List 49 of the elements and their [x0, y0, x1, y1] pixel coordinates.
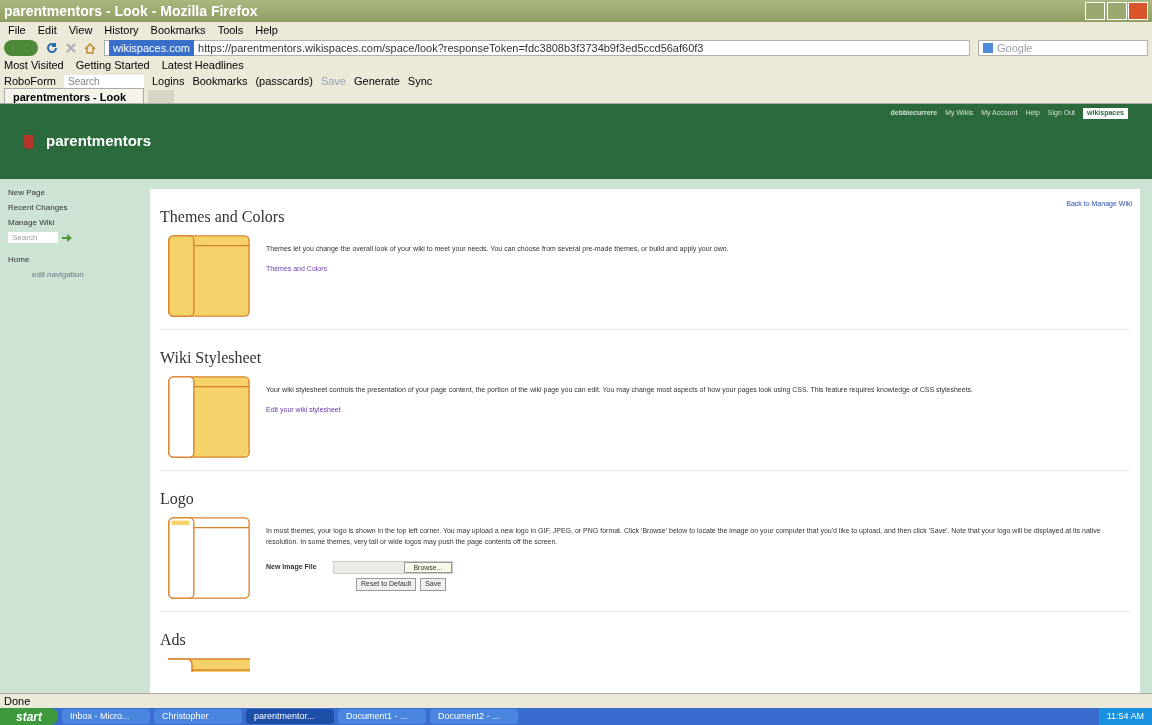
roboform-menu[interactable]: RoboForm [4, 72, 56, 90]
section-heading: Logo [160, 489, 195, 510]
url-text: https://parentmentors.wikispaces.com/space/look?responseToken=fdc3808b3f3734b9f3ed5ccd56af60f3 [198, 40, 704, 56]
sidebar-search-field[interactable]: Search [8, 232, 58, 243]
home-icon[interactable] [84, 42, 96, 54]
taskbar-button[interactable]: Christopher [154, 709, 242, 724]
bookmark-item[interactable]: Most Visited [4, 57, 64, 74]
toolbar-item[interactable]: Sync [407, 72, 433, 90]
nav-link[interactable]: Home [8, 254, 142, 266]
menu-item[interactable]: Help [255, 21, 278, 39]
bookmark-item[interactable]: Getting Started [75, 57, 150, 74]
menu-item[interactable]: History [104, 21, 139, 39]
toolbar-item[interactable]: Bookmarks [192, 72, 248, 90]
clock: 11:54 AM [1106, 709, 1144, 723]
toolbar-item[interactable]: (passcards) [255, 72, 313, 90]
browser-tab[interactable]: parentmentors - Look [4, 88, 144, 103]
toolbar-item[interactable]: Logins [151, 72, 185, 90]
sidebar-item[interactable]: Recent Changes [8, 202, 142, 214]
window-title: parentmentors - Look - Mozilla Firefox [4, 1, 259, 21]
taskbar-button[interactable]: parentmentor... [246, 709, 334, 724]
close-button[interactable] [1128, 2, 1148, 20]
menu-item[interactable]: Tools [217, 21, 244, 39]
site-name[interactable]: parentmentors [46, 130, 152, 153]
edit-navigation-link[interactable]: edit navigation [8, 269, 142, 281]
start-button[interactable]: start [0, 708, 58, 725]
section-heading: Wiki Stylesheet [160, 348, 263, 369]
stop-icon[interactable] [66, 43, 76, 53]
bookmark-item[interactable]: Latest Headlines [161, 57, 244, 74]
taskbar-button[interactable]: Document2 - ... [430, 709, 518, 724]
menu-item[interactable]: Edit [37, 21, 57, 39]
section-heading: Ads [160, 630, 187, 650]
menu-item[interactable]: File [8, 21, 26, 39]
plant-pot-icon [24, 134, 34, 149]
menu-item[interactable]: Bookmarks [150, 21, 206, 39]
toolbar-item[interactable]: Generate [353, 72, 400, 90]
address-bar[interactable]: wikispaces.com https://parentmentors.wikispaces.com/space/look?responseToken=fdc3808b3f3734b9f3ed5ccd56af60f3 [104, 40, 970, 56]
roboform-search-field[interactable]: Search [63, 74, 144, 88]
taskbar-button[interactable]: Document1 - ... [338, 709, 426, 724]
sidebar-item[interactable]: Manage Wiki [8, 217, 142, 229]
maximize-button[interactable] [1107, 2, 1127, 20]
site-identity-badge[interactable]: wikispaces.com [109, 39, 195, 57]
status-text: Done [4, 693, 31, 709]
reload-icon[interactable] [46, 42, 58, 54]
menu-item[interactable]: View [68, 21, 93, 39]
go-arrow-icon[interactable] [62, 233, 72, 242]
taskbar-button[interactable]: Inbox - Micro... [62, 709, 150, 724]
sidebar-item[interactable]: New Page [8, 187, 142, 199]
section-heading: Themes and Colors [160, 207, 286, 227]
minimize-button[interactable] [1085, 2, 1105, 20]
